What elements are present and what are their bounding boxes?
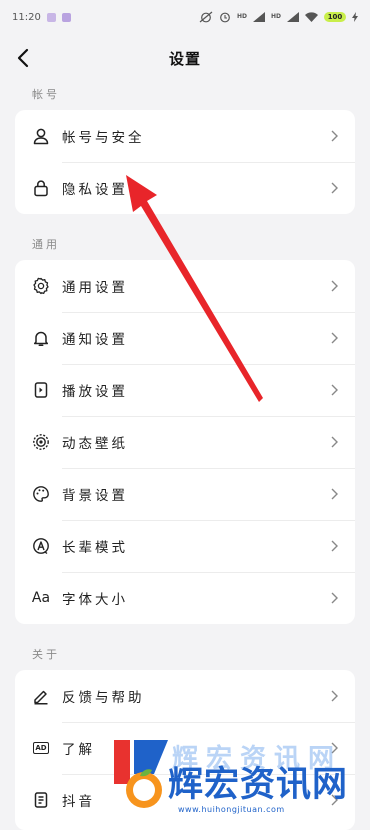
live-wallpaper-icon: [32, 433, 50, 451]
ad-icon: AD: [33, 742, 49, 754]
chevron-right-icon: [331, 384, 338, 396]
row-label: 了解: [62, 742, 95, 758]
wifi-icon: [305, 12, 318, 22]
section-label-general: 通用: [32, 238, 60, 251]
account-card: 帐号与安全 隐私设置: [15, 110, 355, 214]
chevron-right-icon: [331, 280, 338, 292]
row-label: 背景设置: [62, 488, 128, 504]
user-icon: [32, 127, 50, 145]
signal-icon: [287, 12, 299, 22]
gear-icon: [32, 277, 50, 295]
background-settings-row[interactable]: 背景设置: [15, 468, 355, 520]
chevron-right-icon: [331, 436, 338, 448]
alarm-off-icon: [199, 11, 213, 23]
chevron-right-icon: [331, 592, 338, 604]
alarm-icon: [220, 12, 230, 23]
play-settings-icon: [32, 381, 50, 399]
privacy-settings-row[interactable]: 隐私设置: [15, 162, 355, 214]
palette-icon: [32, 485, 50, 503]
status-bar: 11:20 HD HD 100: [0, 0, 370, 34]
chevron-right-icon: [331, 540, 338, 552]
lock-icon: [32, 179, 50, 197]
row-label: 反馈与帮助: [62, 690, 145, 706]
row-label: 通用设置: [62, 280, 128, 296]
chevron-right-icon: [331, 690, 338, 702]
playback-settings-row[interactable]: 播放设置: [15, 364, 355, 416]
watermark-logo: [114, 740, 168, 808]
charging-icon: [352, 12, 358, 22]
feedback-help-row[interactable]: 反馈与帮助: [15, 670, 355, 722]
hd-badge: HD: [236, 13, 247, 20]
document-icon: [32, 791, 50, 809]
edit-icon: [32, 687, 50, 705]
chevron-right-icon: [331, 182, 338, 194]
row-label: 动态壁纸: [62, 436, 128, 452]
watermark-text: 辉宏资讯网: [168, 765, 349, 805]
row-label: 长辈模式: [62, 540, 128, 556]
app-notification-icon: [61, 12, 71, 22]
watermark-url: www.huihongjituan.com: [178, 805, 285, 814]
section-label-account: 帐号: [32, 88, 60, 101]
notification-settings-row[interactable]: 通知设置: [15, 312, 355, 364]
font-size-icon: Aa: [31, 590, 51, 606]
chevron-right-icon: [331, 488, 338, 500]
font-size-row[interactable]: Aa 字体大小: [15, 572, 355, 624]
chevron-right-icon: [331, 130, 338, 142]
row-label: 抖音: [62, 794, 95, 810]
signal-icon: [252, 12, 265, 22]
general-settings-row[interactable]: 通用设置: [15, 260, 355, 312]
hd-badge: HD: [270, 13, 281, 20]
app-notification-icon: [46, 12, 56, 22]
chevron-right-icon: [331, 332, 338, 344]
section-label-about: 关于: [32, 648, 60, 661]
back-arrow-icon[interactable]: [12, 46, 36, 70]
page-header: 设置: [0, 36, 370, 80]
live-wallpaper-row[interactable]: 动态壁纸: [15, 416, 355, 468]
row-label: 播放设置: [62, 384, 128, 400]
row-label: 帐号与安全: [62, 130, 145, 146]
elder-mode-icon: [32, 537, 50, 555]
account-security-row[interactable]: 帐号与安全: [15, 110, 355, 162]
row-label: 通知设置: [62, 332, 128, 348]
page-title: 设置: [168, 49, 201, 68]
elder-mode-row[interactable]: 长辈模式: [15, 520, 355, 572]
general-card: 通用设置 通知设置 播放设置 动态壁纸 背景设置 长辈模式 Aa 字体大小: [15, 260, 355, 624]
bell-icon: [32, 329, 50, 347]
status-time: 11:20: [12, 11, 41, 23]
row-label: 隐私设置: [62, 182, 128, 198]
row-label: 字体大小: [62, 592, 128, 608]
battery-indicator: 100: [324, 12, 346, 22]
